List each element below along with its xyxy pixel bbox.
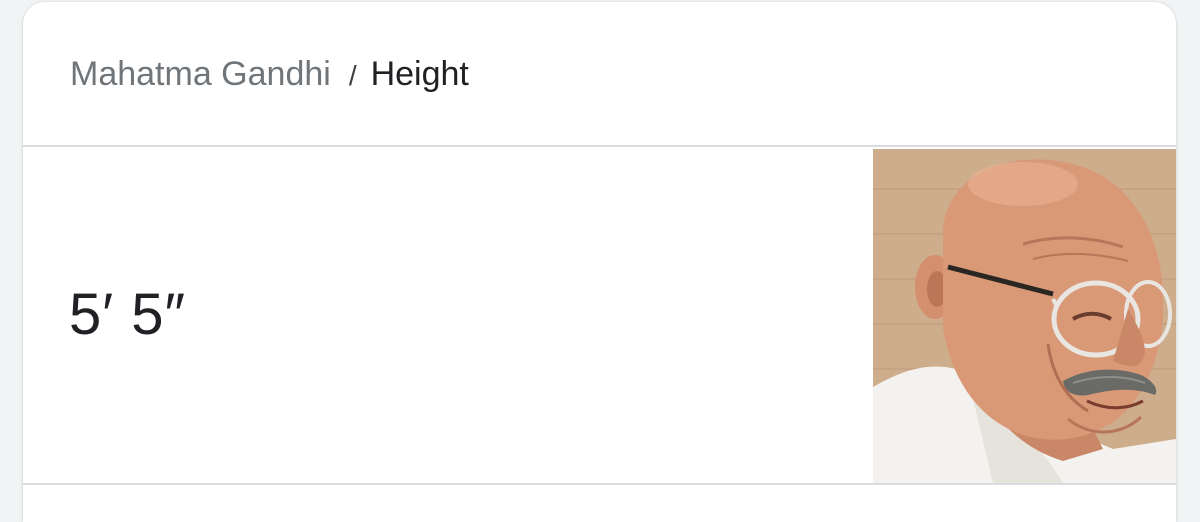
card-header: Mahatma Gandhi / Height — [23, 2, 1176, 147]
knowledge-card: Mahatma Gandhi / Height 5′ 5″ — [23, 2, 1176, 522]
portrait-image[interactable] — [873, 149, 1176, 483]
breadcrumb: Mahatma Gandhi / Height — [70, 54, 469, 96]
height-answer: 5′ 5″ — [69, 282, 187, 347]
breadcrumb-separator: / — [348, 60, 357, 91]
breadcrumb-attribute: Height — [370, 55, 469, 93]
breadcrumb-entity-link[interactable]: Mahatma Gandhi — [70, 55, 331, 93]
card-body: 5′ 5″ — [23, 147, 1176, 485]
